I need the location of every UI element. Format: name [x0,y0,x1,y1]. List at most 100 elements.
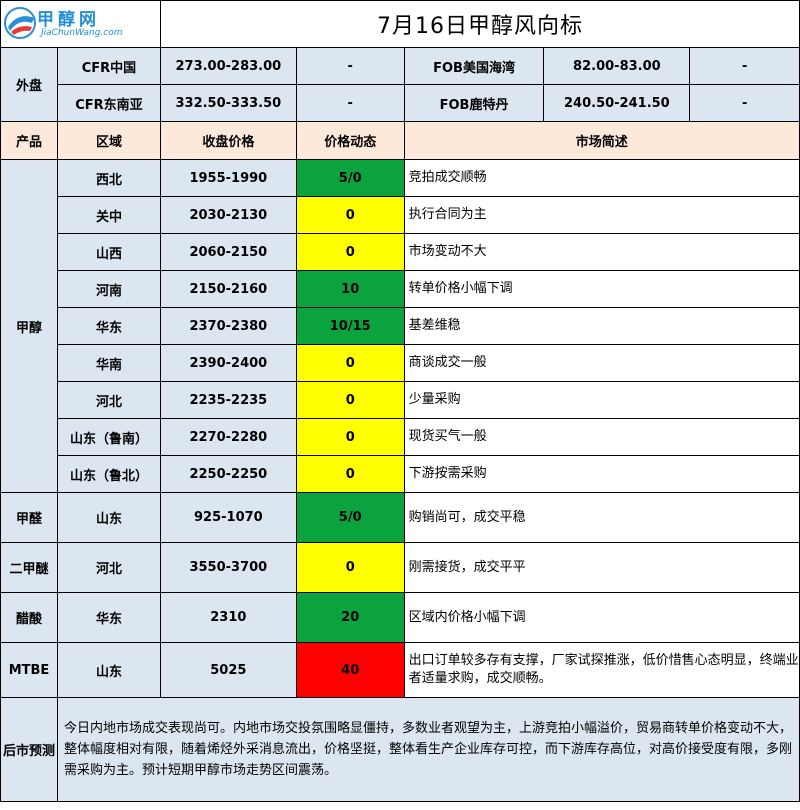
region-cell: 河南 [56,270,161,308]
outer-row-2: CFR东南亚 332.50-333.50 - FOB鹿特丹 240.50-241… [0,84,800,122]
forecast-text: 今日内地市场成交表现尚可。内地市场交投氛围略显僵持，多数业者观望为主，上游竞拍小… [56,697,800,802]
price-cell: 2235-2235 [159,381,297,419]
header-price: 收盘价格 [159,121,297,160]
outer-market-change: - [295,84,405,122]
region-cell: 关中 [56,196,161,234]
price-cell: 1955-1990 [159,159,297,197]
region-cell: 山西 [56,233,161,271]
change-cell: 5/0 [295,159,405,197]
desc-cell: 商谈成交一般 [403,344,800,382]
price-cell: 2060-2150 [159,233,297,271]
price-cell: 2150-2160 [159,270,297,308]
table-row: 甲醛 山东 925-1070 5/0 购销尚可，成交平稳 [0,492,800,543]
desc-cell: 转单价格小幅下调 [403,270,800,308]
product-cell: MTBE [0,642,58,698]
region-cell: 山东 [56,492,161,543]
outer-market-name: FOB美国海湾 [403,47,545,85]
table-row: 河南 2150-2160 10 转单价格小幅下调 [1,270,800,308]
outer-market-change: - [295,47,405,85]
desc-cell: 下游按需采购 [403,455,800,493]
methanol-price-sheet: 甲醇网 JiaChunWang.com 7月16日甲醇风向标 外盘 CFR中国 … [0,0,800,810]
product-cell: 甲醛 [0,492,58,543]
desc-cell: 购销尚可，成交平稳 [403,492,800,543]
change-cell: 0 [295,196,405,234]
price-cell: 2310 [159,592,297,643]
header-product: 产品 [0,121,58,160]
change-cell: 0 [295,381,405,419]
region-cell: 河北 [56,381,161,419]
outer-market-name: FOB鹿特丹 [403,84,545,122]
globe-icon [4,7,36,39]
table-row: 醋酸 华东 2310 20 区域内价格小幅下调 [0,592,800,643]
region-cell: 华东 [56,307,161,345]
desc-cell: 区域内价格小幅下调 [403,592,800,643]
region-cell: 河北 [56,542,161,593]
change-cell: 0 [295,542,405,593]
region-cell: 山东（鲁北） [56,455,161,493]
desc-cell: 市场变动不大 [403,233,800,271]
desc-cell: 少量采购 [403,381,800,419]
region-cell: 华南 [56,344,161,382]
table-row: 甲醇 西北 1955-1990 5/0 竞拍成交顺畅 [0,159,800,493]
change-cell: 40 [295,642,405,698]
table-row: 山西 2060-2150 0 市场变动不大 [1,233,800,271]
table-row: MTBE 山东 5025 40 出口订单较多存有支撑，厂家试探推涨，低价惜售心态… [0,642,800,698]
table-row: 华南 2390-2400 0 商谈成交一般 [1,344,800,382]
table-row: 山东（鲁北） 2250-2250 0 下游按需采购 [1,455,800,493]
change-cell: 0 [295,233,405,271]
header-row: 产品 区域 收盘价格 价格动态 市场简述 [0,121,800,160]
region-cell: 山东（鲁南） [56,418,161,456]
price-cell: 2030-2130 [159,196,297,234]
desc-cell: 竞拍成交顺畅 [403,159,800,197]
logo: 甲醇网 JiaChunWang.com [3,4,123,44]
table-row: 关中 2030-2130 0 执行合同为主 [1,196,800,234]
outer-market-change: - [689,84,800,122]
outer-market-price: 332.50-333.50 [159,84,297,122]
logo-name: 甲醇网 [37,10,100,30]
forecast-row: 后市预测 今日内地市场成交表现尚可。内地市场交投氛围略显僵持，多数业者观望为主，… [0,697,800,802]
outer-market-name: CFR中国 [56,47,161,85]
price-cell: 3550-3700 [159,542,297,593]
forecast-label: 后市预测 [0,697,58,802]
change-cell: 10/15 [295,307,405,345]
logo-cell: 甲醇网 JiaChunWang.com [0,0,161,48]
price-cell: 5025 [159,642,297,698]
desc-cell: 现货买气一般 [403,418,800,456]
table-row: 山东（鲁南） 2270-2280 0 现货买气一般 [1,418,800,456]
title-row: 甲醇网 JiaChunWang.com 7月16日甲醇风向标 [0,0,800,48]
region-cell: 华东 [56,592,161,643]
header-summary: 市场简述 [403,121,800,160]
desc-cell: 基差维稳 [403,307,800,345]
page-title: 7月16日甲醇风向标 [159,0,800,48]
outer-row-1: 外盘 CFR中国 273.00-283.00 - FOB美国海湾 82.00-8… [0,47,800,122]
desc-cell: 执行合同为主 [403,196,800,234]
desc-cell: 出口订单较多存有支撑，厂家试探推涨，低价惜售心态明显，终端业者适量求购，成交顺畅… [403,642,800,698]
outer-market-price: 82.00-83.00 [543,47,691,85]
logo-url: JiaChunWang.com [41,28,123,38]
price-cell: 925-1070 [159,492,297,543]
change-cell: 10 [295,270,405,308]
outer-label: 外盘 [0,47,58,122]
table-row: 河北 2235-2235 0 少量采购 [1,381,800,419]
price-cell: 2270-2280 [159,418,297,456]
region-cell: 山东 [56,642,161,698]
change-cell: 0 [295,418,405,456]
change-cell: 5/0 [295,492,405,543]
price-cell: 2390-2400 [159,344,297,382]
outer-market-price: 240.50-241.50 [543,84,691,122]
outer-market-change: - [689,47,800,85]
header-region: 区域 [56,121,161,160]
outer-market-name: CFR东南亚 [56,84,161,122]
table-row: 二甲醚 河北 3550-3700 0 刚需接货，成交平平 [0,542,800,593]
region-cell: 西北 [56,159,161,197]
desc-cell: 刚需接货，成交平平 [403,542,800,593]
change-cell: 0 [295,344,405,382]
product-cell: 二甲醚 [0,542,58,593]
table-row: 华东 2370-2380 10/15 基差维稳 [1,307,800,345]
price-table: 甲醇网 JiaChunWang.com 7月16日甲醇风向标 外盘 CFR中国 … [0,0,800,802]
change-cell: 20 [295,592,405,643]
product-cell: 醋酸 [0,592,58,643]
header-dynamic: 价格动态 [295,121,405,160]
change-cell: 0 [295,455,405,493]
price-cell: 2250-2250 [159,455,297,493]
